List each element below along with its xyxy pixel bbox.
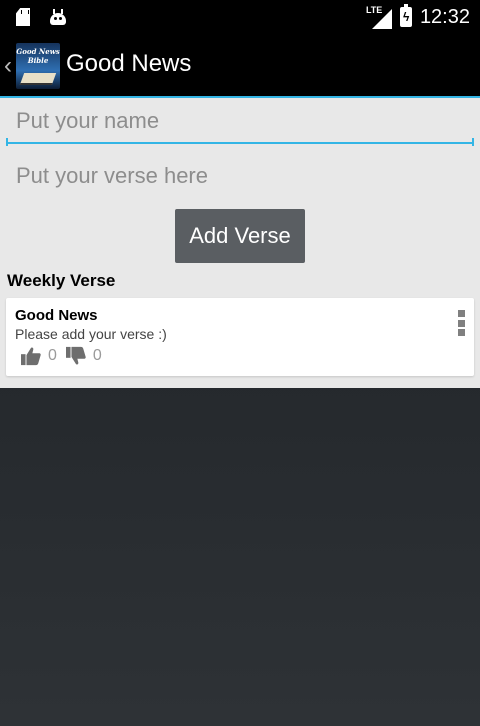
overflow-menu-icon[interactable] [458, 310, 466, 336]
thumbs-down-icon[interactable] [65, 346, 87, 366]
status-bar: LTE ϟ 12:32 [0, 0, 480, 36]
verse-card-text: Please add your verse :) [15, 326, 167, 342]
like-count: 0 [48, 347, 57, 364]
verse-card-title: Good News [15, 307, 98, 324]
battery-charging-icon: ϟ [399, 4, 412, 27]
add-verse-button[interactable]: Add Verse [175, 209, 305, 263]
name-input-underline-edge-right [472, 138, 474, 146]
app-logo-icon[interactable]: Good News Bible [16, 43, 60, 89]
android-icon [50, 9, 66, 25]
dislike-count: 0 [92, 347, 102, 364]
signal-icon: LTE [366, 5, 392, 29]
verse-card[interactable]: Good News Please add your verse :) 0 0 [6, 298, 474, 376]
status-clock: 12:32 [419, 5, 470, 28]
app-title: Good News [66, 50, 192, 77]
verse-form-panel: Add Verse Weekly Verse Good News Please … [0, 98, 480, 388]
sd-card-icon [16, 8, 30, 26]
vote-row: 0 0 [20, 346, 110, 366]
thumbs-up-icon[interactable] [20, 346, 42, 366]
weekly-verse-heading: Weekly Verse [7, 271, 116, 290]
name-input-underline-edge-left [6, 138, 8, 146]
verse-input[interactable] [6, 154, 474, 198]
name-input[interactable] [6, 100, 474, 144]
back-chevron-icon[interactable]: ‹ [4, 52, 12, 80]
action-bar: ‹ Good News Bible Good News [0, 36, 480, 98]
